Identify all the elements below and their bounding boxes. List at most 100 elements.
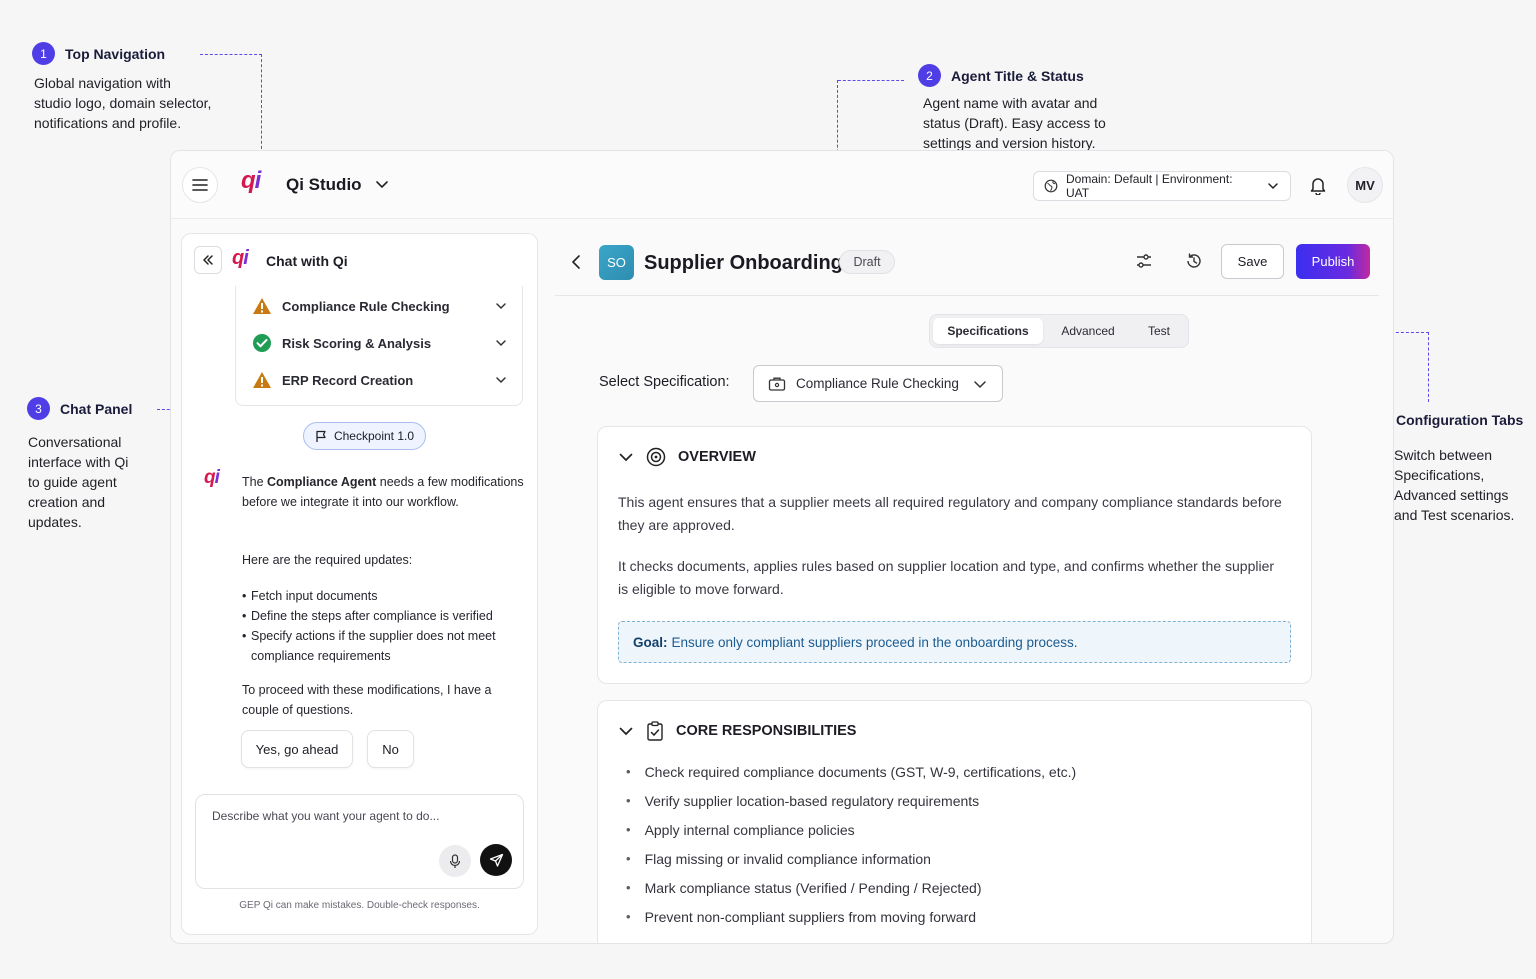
check-circle-icon [253, 334, 271, 352]
chevron-down-icon [619, 727, 633, 736]
menu-button[interactable] [182, 167, 218, 203]
studio-switcher[interactable] [374, 176, 390, 197]
header-divider [555, 295, 1379, 296]
annotation-line: Advanced settings [1394, 487, 1509, 503]
chevron-left-icon [571, 255, 580, 269]
yes-go-ahead-button[interactable]: Yes, go ahead [241, 730, 353, 768]
no-button[interactable]: No [367, 730, 414, 768]
list-item: Flag missing or invalid compliance infor… [626, 844, 1076, 873]
step-erp-record-creation[interactable]: ERP Record Creation [252, 369, 508, 391]
app-window: qi Qi Studio Domain: Default | Environme… [170, 150, 1394, 944]
specification-dropdown-value: Compliance Rule Checking [796, 376, 959, 391]
step-risk-scoring[interactable]: Risk Scoring & Analysis [252, 332, 508, 354]
microphone-button[interactable] [439, 845, 471, 877]
annotation-line: updates. [28, 514, 82, 530]
responsibilities-list: Check required compliance documents (GST… [626, 757, 1077, 931]
list-item: Fetch input documents [242, 586, 527, 606]
list-item: Mark compliance status (Verified / Pendi… [626, 873, 1076, 902]
list-item: Prevent non-compliant suppliers from mov… [626, 902, 1076, 931]
assistant-message-closing: To proceed with these modifications, I h… [242, 683, 492, 717]
back-button[interactable] [569, 253, 585, 276]
assistant-message-intro: The Compliance Agent needs a few modific… [242, 475, 524, 509]
annotation-number: 1 [32, 42, 55, 65]
annotation-line: studio logo, domain selector, [34, 95, 212, 111]
annotation-line: Conversational [28, 434, 122, 450]
briefcase-icon [768, 377, 786, 391]
checkpoint-label: Checkpoint 1.0 [333, 429, 415, 443]
overview-paragraph: This agent ensures that a supplier meets… [618, 494, 1282, 533]
double-chevron-left-icon [203, 255, 213, 265]
annotation-title: Chat Panel [60, 400, 133, 417]
agent-name: Supplier Onboarding [644, 252, 843, 274]
domain-selector-label: Domain: Default | Environment: UAT [1066, 172, 1233, 200]
hamburger-icon [192, 179, 208, 191]
core-responsibilities-header[interactable]: CORE RESPONSIBILITIES [618, 721, 856, 741]
overview-paragraph: It checks documents, applies rules based… [618, 558, 1275, 597]
tab-test[interactable]: Test [1133, 318, 1185, 344]
core-responsibilities-title: CORE RESPONSIBILITIES [676, 723, 857, 739]
qi-logo: qi [241, 167, 261, 194]
send-button[interactable] [480, 844, 512, 876]
notifications-button[interactable] [1309, 176, 1327, 200]
annotation-line: creation and [28, 494, 106, 510]
annotation-line: Global navigation with [34, 75, 171, 91]
globe-icon [1044, 179, 1058, 193]
annotation-title: Top Navigation [65, 45, 166, 62]
chevron-down-icon [376, 181, 388, 189]
send-icon [489, 853, 503, 867]
select-specification-label: Select Specification: [599, 374, 730, 390]
save-button[interactable]: Save [1221, 244, 1284, 279]
assistant-message-bullets: Fetch input documents Define the steps a… [242, 586, 527, 666]
chevron-down-icon [619, 453, 633, 462]
clipboard-check-icon [647, 721, 663, 741]
overview-header[interactable]: OVERVIEW [618, 447, 756, 467]
chevron-down-icon [974, 380, 986, 388]
step-compliance-rule-checking[interactable]: Compliance Rule Checking [252, 295, 508, 317]
annotation-line: Agent name with avatar and [923, 95, 1098, 111]
annotation-title: Configuration Tabs [1396, 411, 1524, 428]
tab-specifications[interactable]: Specifications [933, 318, 1043, 344]
microphone-icon [449, 853, 461, 868]
collapse-chat-button[interactable] [194, 246, 222, 274]
domain-selector[interactable]: Domain: Default | Environment: UAT [1033, 171, 1291, 201]
top-navigation: qi Qi Studio Domain: Default | Environme… [171, 151, 1393, 219]
profile-avatar[interactable]: MV [1347, 167, 1383, 203]
studio-title: Qi Studio [286, 175, 362, 194]
annotation-number: 2 [918, 64, 941, 87]
core-responsibilities-section: CORE RESPONSIBILITIES Check required com… [597, 700, 1312, 943]
sliders-icon [1137, 254, 1151, 268]
publish-button[interactable]: Publish [1296, 244, 1370, 279]
configuration-tabs: Specifications Advanced Test [929, 314, 1189, 348]
list-item: Define the steps after compliance is ver… [242, 606, 527, 626]
specification-dropdown[interactable]: Compliance Rule Checking [753, 365, 1003, 402]
agent-settings-button[interactable] [1134, 251, 1154, 276]
agent-avatar: SO [599, 245, 634, 280]
list-item: Apply internal compliance policies [626, 815, 1076, 844]
chevron-down-icon [496, 303, 506, 310]
annotation-line: interface with Qi [28, 454, 129, 470]
goal-text: Ensure only compliant suppliers proceed … [671, 634, 1078, 650]
checkpoint-badge[interactable]: Checkpoint 1.0 [303, 422, 426, 450]
chat-composer[interactable]: Describe what you want your agent to do.… [195, 794, 524, 889]
workflow-steps: Compliance Rule Checking Risk Scoring & … [235, 286, 523, 406]
version-history-button[interactable] [1184, 251, 1204, 276]
annotation-line: notifications and profile. [34, 115, 182, 131]
target-icon [646, 447, 666, 467]
annotation-line: to guide agent [28, 474, 117, 490]
list-item: Specify actions if the supplier does not… [242, 626, 527, 666]
chat-input[interactable]: Describe what you want your agent to do.… [212, 809, 439, 823]
status-badge: Draft [839, 250, 895, 274]
annotation-line: Switch between [1394, 447, 1493, 463]
qi-logo: qi [232, 247, 249, 269]
chevron-down-icon [496, 377, 506, 384]
annotation-line: and Test scenarios. [1394, 507, 1515, 523]
tab-advanced[interactable]: Advanced [1043, 318, 1133, 344]
overview-section: OVERVIEW This agent ensures that a suppl… [597, 426, 1312, 684]
annotation-top-navigation: 1 Top Navigation Global navigation with s… [32, 42, 232, 133]
assistant-message-heading: Here are the required updates: [242, 553, 413, 567]
chat-panel: qi Chat with Qi Compliance Rule Checking… [181, 233, 538, 935]
step-label: Risk Scoring & Analysis [282, 335, 432, 351]
overview-title: OVERVIEW [678, 449, 756, 465]
goal-label: Goal: [633, 634, 668, 650]
flag-icon [316, 430, 326, 442]
